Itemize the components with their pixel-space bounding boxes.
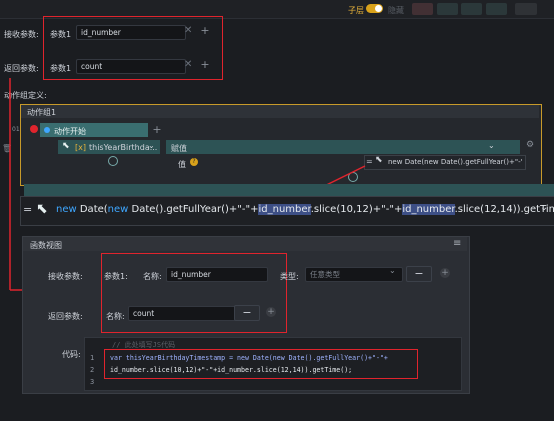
add-return-icon[interactable]: +	[266, 307, 276, 317]
hide-label: 隐藏	[388, 6, 404, 15]
toolbar-button-3[interactable]	[461, 3, 482, 15]
add-receive-param-icon[interactable]: +	[199, 25, 211, 36]
action-group-header	[21, 105, 539, 118]
sublayer-toggle[interactable]	[366, 4, 383, 13]
return-param-input[interactable]: count	[76, 59, 186, 74]
value-label: 值	[178, 160, 186, 169]
variable-tag: [x]	[75, 143, 86, 152]
id-number-token: id_number	[402, 204, 455, 215]
fv-receive-label: 接收参数:	[48, 272, 83, 281]
code-line-1: var thisYearBirthdayTimestamp = new Date…	[110, 354, 388, 362]
function-view-title: 函数视图	[30, 241, 62, 250]
receive-param-input[interactable]: id_number	[76, 25, 186, 40]
equals-icon: =	[23, 203, 33, 216]
start-dot-icon	[44, 127, 50, 133]
fv-name-input[interactable]: id_number	[166, 267, 268, 282]
action-start-label: 动作开始	[54, 127, 86, 136]
receive-param1-label: 参数1	[50, 30, 72, 39]
toolbar-button-1[interactable]	[412, 3, 433, 15]
keyword-new: new	[56, 204, 77, 215]
keyword-new: new	[107, 204, 129, 215]
receive-params-label: 接收参数:	[4, 30, 39, 39]
id-number-token: id_number	[258, 204, 311, 215]
chevron-down-icon: ⌄	[389, 266, 396, 275]
action-group-title: 动作组1	[27, 108, 57, 117]
sublayer-toggle-label: 子层	[348, 6, 364, 15]
fv-return-name-label: 名称:	[106, 312, 125, 321]
add-return-param-icon[interactable]: +	[199, 59, 211, 70]
remove-return-button[interactable]: −	[234, 305, 260, 321]
line-number: 2	[90, 366, 95, 374]
expr-part: .slice(10,12)+"-"+	[310, 204, 403, 215]
expr-part: Date().getFullYear()+"-"+	[131, 204, 259, 215]
line-number: 1	[90, 354, 95, 362]
equals-icon: =	[366, 157, 373, 166]
code-line-2: id_number.slice(10,12)+"-"+id_number.sli…	[110, 366, 353, 374]
menu-icon[interactable]: ≡	[453, 238, 461, 249]
fv-return-input[interactable]: count	[128, 306, 238, 321]
fv-code-label: 代码:	[62, 350, 81, 359]
assign-node[interactable]	[166, 140, 520, 154]
remove-param-button[interactable]: −	[406, 266, 432, 282]
clear-icon[interactable]: ✕	[184, 25, 192, 36]
add-action-icon[interactable]: +	[151, 124, 163, 135]
breakpoint-icon[interactable]	[30, 125, 38, 133]
add-circle-icon[interactable]	[348, 172, 358, 182]
line-number: 3	[90, 378, 95, 386]
zoomed-expression-text: new Date(new Date().getFullYear()+"-"+id…	[56, 204, 554, 215]
return-params-label: 返回参数:	[4, 64, 39, 73]
fv-return-label: 返回参数:	[48, 312, 83, 321]
line-number: 01	[12, 126, 20, 133]
cursor-icon: ⬉	[375, 155, 383, 165]
fv-type-label: 类型:	[280, 272, 299, 281]
return-param1-label: 参数1	[50, 64, 72, 73]
toolbar-button-2[interactable]	[437, 3, 458, 15]
expression-preview: new Date(new Date().getFullYear()+"-"+	[388, 158, 522, 166]
more-icon[interactable]: ⚙	[526, 140, 534, 150]
fv-name-label: 名称:	[143, 272, 162, 281]
add-param-icon[interactable]: +	[440, 268, 450, 278]
add-circle-icon[interactable]	[108, 156, 118, 166]
expr-part: Date(	[79, 204, 108, 215]
cursor-icon: ⬉	[62, 141, 70, 151]
delete-icon[interactable]: 🗑	[2, 144, 12, 153]
toolbar-button-4[interactable]	[486, 3, 507, 15]
function-view-header	[23, 237, 467, 251]
zoomed-expression-strip-top	[24, 184, 554, 196]
chevron-down-icon[interactable]: ⌄	[148, 141, 155, 150]
clear-icon[interactable]: ✕	[184, 59, 192, 70]
action-group-def-label: 动作组定义:	[4, 91, 47, 100]
chevron-down-icon[interactable]: ⌄	[488, 141, 495, 150]
help-icon: ?	[190, 158, 198, 166]
fv-params-highlight	[101, 253, 287, 333]
assign-label: 赋值	[171, 144, 187, 153]
chevron-down-icon[interactable]: ⌄	[540, 202, 548, 213]
cursor-icon: ⬉	[36, 201, 48, 217]
toolbar-button-5[interactable]	[515, 3, 537, 15]
